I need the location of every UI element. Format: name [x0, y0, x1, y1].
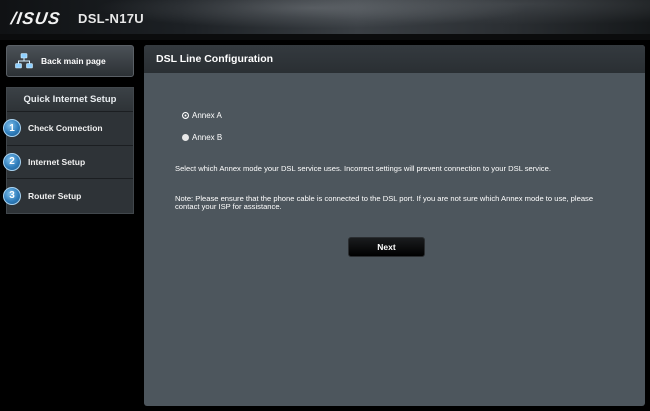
- annex-b-label: Annex B: [192, 133, 223, 142]
- page-title: DSL Line Configuration: [156, 53, 274, 65]
- step-internet-setup[interactable]: 2 Internet Setup: [3, 146, 133, 179]
- step-label: Check Connection: [28, 123, 103, 134]
- step-check-connection[interactable]: 1 Check Connection: [3, 112, 133, 146]
- radio-annex-a[interactable]: [182, 112, 189, 119]
- model-name: DSL-N17U: [78, 11, 144, 26]
- quick-setup-panel: Quick Internet Setup 1 Check Connection …: [3, 87, 134, 214]
- main-panel: DSL Line Configuration Annex A Annex B S…: [144, 45, 645, 406]
- step-number-3: 3: [3, 186, 21, 205]
- quick-setup-title: Quick Internet Setup: [7, 88, 133, 112]
- asus-logo: /ISUS: [9, 9, 62, 28]
- main-title-bar: DSL Line Configuration: [144, 45, 645, 73]
- back-main-page-button[interactable]: Back main page: [6, 45, 134, 77]
- back-button-label: Back main page: [41, 56, 106, 66]
- next-button[interactable]: Next: [348, 237, 425, 257]
- header-bar: /ISUS DSL-N17U: [0, 0, 650, 40]
- annex-a-option[interactable]: Annex A: [182, 111, 222, 120]
- annex-note: Note: Please ensure that the phone cable…: [175, 194, 594, 212]
- step-label: Router Setup: [28, 190, 82, 201]
- annex-b-option[interactable]: Annex B: [182, 133, 222, 142]
- step-number-1: 1: [3, 119, 21, 138]
- network-icon: [15, 53, 33, 69]
- step-label: Internet Setup: [28, 156, 86, 167]
- step-number-2: 2: [3, 152, 21, 171]
- step-router-setup[interactable]: 3 Router Setup: [3, 179, 133, 213]
- annex-description: Select which Annex mode your DSL service…: [175, 164, 551, 173]
- radio-annex-b[interactable]: [182, 134, 189, 141]
- annex-a-label: Annex A: [192, 111, 222, 120]
